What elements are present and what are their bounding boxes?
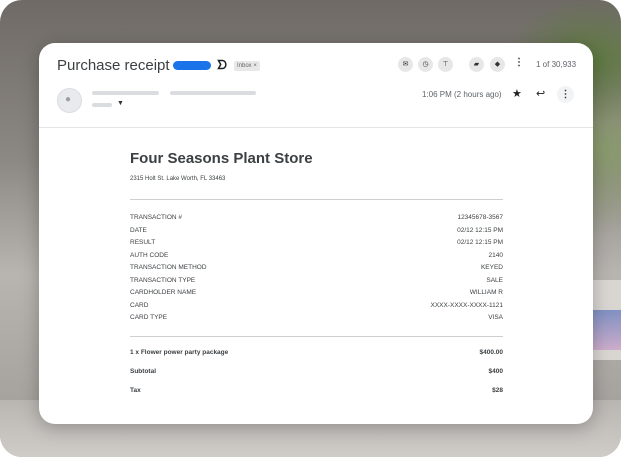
detail-row: TRANSACTION #12345678-3567 [130, 214, 503, 221]
more-vert-icon[interactable]: ⋮ [557, 86, 574, 103]
store-address: 2315 Holt St. Lake Worth, FL 33463 [130, 176, 226, 182]
store-name: Four Seasons Plant Store [130, 150, 313, 167]
detail-row: TRANSACTION METHOD KEYED [130, 264, 503, 271]
divider [130, 199, 503, 200]
detail-row: TRANSACTION TYPE SALE [130, 276, 503, 284]
background-book [590, 310, 621, 350]
star-icon[interactable]: ★ [512, 87, 522, 100]
detail-row: CARD XXXX-XXXX-XXXX-1121 [130, 301, 503, 309]
reply-icon[interactable]: ↩ [536, 87, 545, 100]
tag-icon[interactable]: ◆ [490, 57, 505, 72]
detail-row: AUTH CODE 2140 [130, 251, 503, 259]
detail-row: RESULT 02/12 12:15 PM [130, 239, 503, 246]
recipient-placeholder [92, 103, 112, 107]
person-icon: ● [65, 94, 72, 105]
mail-icon[interactable]: ✉ [398, 57, 413, 72]
detail-row: DATE 02/12 12:15 PM [130, 226, 503, 234]
inbox-label-chip[interactable]: Inbox × [234, 61, 260, 71]
line-items: 1 x Flower power party package $400.00 Su… [130, 349, 503, 406]
divider [130, 335, 503, 337]
background-photo: Purchase receipt ᗤ Inbox × ✉ ◷ ⊤ ▰ ◆ ⋮ 1… [0, 0, 621, 457]
sender-name-placeholder [92, 91, 159, 95]
important-icon[interactable]: ᗤ [217, 58, 227, 73]
folder-icon[interactable]: ▰ [469, 57, 484, 72]
email-window: Purchase receipt ᗤ Inbox × ✉ ◷ ⊤ ▰ ◆ ⋮ 1… [39, 43, 593, 424]
clock-icon[interactable]: ◷ [418, 57, 433, 72]
email-header: Purchase receipt ᗤ Inbox × ✉ ◷ ⊤ ▰ ◆ ⋮ 1… [39, 43, 593, 128]
detail-row: CARDHOLDER NAME WILLIAM R [130, 289, 503, 296]
message-counter: 1 of 30,933 [536, 60, 577, 69]
transaction-details: TRANSACTION #12345678-3567 DATE 02/12 12:… [130, 214, 503, 327]
email-time: 1:06 PM (2 hours ago) [422, 90, 502, 99]
receipt: Four Seasons Plant Store 2315 Holt St. L… [130, 150, 503, 406]
tax-row: Tax $28 [130, 386, 503, 394]
label-pill[interactable] [173, 61, 211, 70]
sender-email-placeholder [170, 91, 256, 95]
avatar[interactable]: ● [57, 88, 82, 113]
more-vert-icon[interactable]: ⋮ [514, 57, 524, 68]
detail-row: CARD TYPE VISA [130, 314, 503, 321]
email-subject: Purchase receipt [57, 57, 170, 74]
pin-icon[interactable]: ⊤ [438, 57, 453, 72]
subtotal-row: Subtotal $400 [130, 367, 503, 375]
chevron-down-icon[interactable]: ▼ [117, 100, 124, 107]
line-item: 1 x Flower power party package $400.00 [130, 348, 503, 356]
